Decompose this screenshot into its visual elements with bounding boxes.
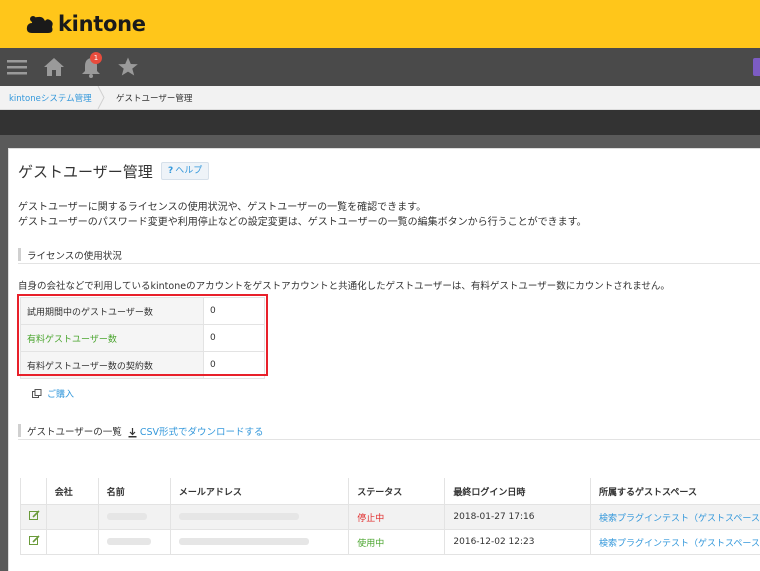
name-cell: [98, 530, 170, 555]
table-header-row: 会社 名前 メールアドレス ステータス 最終ログイン日時 所属するゲストスペース: [21, 478, 760, 505]
breadcrumb: kintoneシステム管理 ゲストユーザー管理: [0, 86, 760, 110]
col-email: メールアドレス: [170, 478, 348, 505]
edit-cell: [21, 505, 47, 530]
company-cell: [46, 505, 98, 530]
status-cell: 停止中: [349, 505, 445, 530]
favorites-star-icon[interactable]: [117, 56, 139, 78]
help-label: ヘルプ: [175, 166, 202, 176]
logo-text: kintone: [58, 12, 146, 36]
notification-badge: 1: [90, 52, 102, 64]
users-table: 会社 名前 メールアドレス ステータス 最終ログイン日時 所属するゲストスペース…: [20, 478, 760, 555]
email-cell: [170, 530, 348, 555]
page-title: ゲストユーザー管理: [18, 161, 153, 182]
toolbar-strip: [0, 110, 760, 135]
global-navbar: [0, 48, 760, 86]
license-section-title: ライセンスの使用状況: [27, 248, 122, 262]
help-button[interactable]: ?ヘルプ: [161, 162, 209, 180]
guest-space-cell: 検索プラグインテスト（ゲストスペース: [591, 530, 760, 555]
menu-icon[interactable]: [6, 56, 28, 78]
breadcrumb-separator-icon: [96, 86, 106, 109]
kintone-logo[interactable]: kintone: [26, 10, 146, 38]
email-cell: [170, 505, 348, 530]
users-section-title-wrap: ゲストユーザーの一覧 CSV形式でダウンロードする: [27, 424, 264, 438]
edit-icon[interactable]: [29, 535, 40, 546]
table-row: 停止中 2018-01-27 17:16 検索プラグインテスト（ゲストスペース: [21, 505, 760, 530]
page-description-1: ゲストユーザーに関するライセンスの使用状況や、ゲストユーザーの一覧を確認できます…: [18, 198, 426, 213]
csv-download-link[interactable]: CSV形式でダウンロードする: [140, 427, 264, 438]
col-last-login: 最終ログイン日時: [445, 478, 591, 505]
name-cell: [98, 505, 170, 530]
col-guest-space: 所属するゲストスペース: [591, 478, 760, 505]
user-menu-tab[interactable]: [753, 58, 760, 76]
page-description-2: ゲストユーザーのパスワード変更や利用停止などの設定変更は、ゲストユーザーの一覧の…: [18, 213, 587, 228]
purchase-link[interactable]: ご購入: [32, 387, 74, 400]
edit-cell: [21, 530, 47, 555]
company-cell: [46, 530, 98, 555]
last-login-cell: 2018-01-27 17:16: [445, 505, 591, 530]
download-icon: [128, 428, 137, 438]
home-icon[interactable]: [43, 56, 65, 78]
license-section-header: ライセンスの使用状況: [18, 246, 760, 264]
guest-space-link[interactable]: 検索プラグインテスト（ゲストスペース: [599, 514, 760, 524]
redacted-name: [107, 538, 151, 545]
guest-space-cell: 検索プラグインテスト（ゲストスペース: [591, 505, 760, 530]
col-name: 名前: [98, 478, 170, 505]
col-status: ステータス: [349, 478, 445, 505]
purchase-label: ご購入: [47, 387, 74, 400]
guest-space-link[interactable]: 検索プラグインテスト（ゲストスペース: [599, 539, 760, 549]
external-window-icon: [32, 389, 42, 399]
section-marker: [18, 424, 21, 437]
redacted-email: [179, 538, 309, 545]
status-cell: 使用中: [349, 530, 445, 555]
app-header: kintone: [0, 0, 760, 48]
table-row: 使用中 2016-12-02 12:23 検索プラグインテスト（ゲストスペース: [21, 530, 760, 555]
cloud-logo-icon: [26, 13, 54, 35]
users-section-header: ゲストユーザーの一覧 CSV形式でダウンロードする: [18, 422, 760, 440]
col-edit: [21, 478, 47, 505]
edit-icon[interactable]: [29, 510, 40, 521]
users-section-title: ゲストユーザーの一覧: [27, 427, 122, 438]
breadcrumb-system-admin[interactable]: kintoneシステム管理: [9, 92, 92, 104]
section-marker: [18, 248, 21, 261]
help-icon: ?: [168, 166, 173, 176]
redacted-email: [179, 513, 299, 520]
redacted-name: [107, 513, 147, 520]
license-note: 自身の会社などで利用しているkintoneのアカウントをゲストアカウントと共通化…: [18, 278, 670, 292]
last-login-cell: 2016-12-02 12:23: [445, 530, 591, 555]
highlight-box: [17, 294, 268, 376]
breadcrumb-current: ゲストユーザー管理: [116, 92, 192, 104]
col-company: 会社: [46, 478, 98, 505]
